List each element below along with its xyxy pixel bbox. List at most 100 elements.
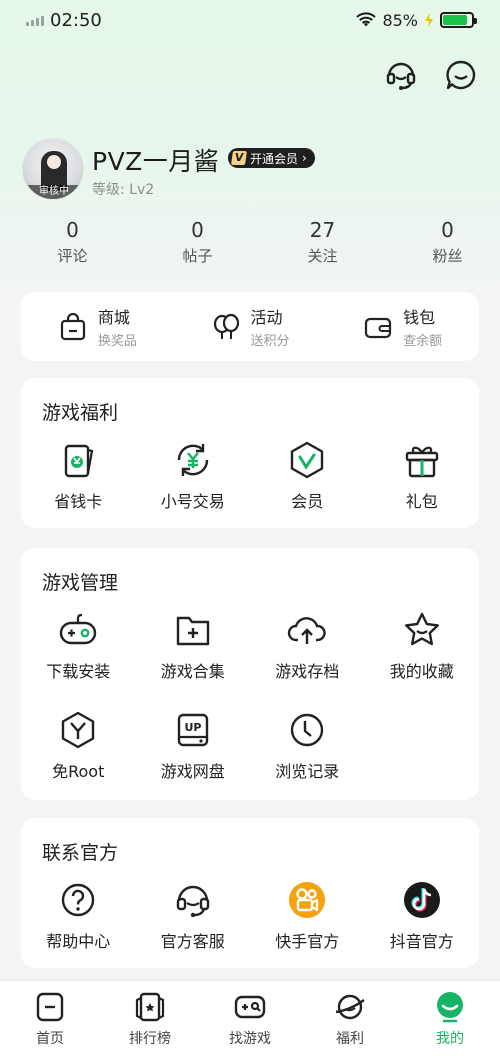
quick-link-title: 钱包: [403, 308, 436, 327]
planet-icon: [335, 994, 365, 1020]
vip-hexagon-icon: [291, 441, 324, 479]
welfare-item-vip[interactable]: 会员: [250, 440, 365, 512]
ranking-icon: [135, 992, 165, 1022]
quick-link-sub: 换奖品: [97, 334, 137, 349]
section-title: 联系官方: [42, 842, 119, 864]
stat-value: 27: [309, 218, 336, 242]
stat-comments[interactable]: 0 评论: [20, 218, 125, 266]
stat-following[interactable]: 27 关注: [270, 218, 375, 266]
battery-percent: 85%: [382, 10, 418, 30]
stat-fans[interactable]: 0 粉丝: [395, 218, 500, 266]
manage-item-label: 游戏存档: [275, 662, 340, 681]
game-welfare-card: 游戏福利 省钱卡 小号交易 会员 礼包: [21, 378, 479, 528]
vip-icon: V: [231, 151, 247, 165]
y-hexagon-icon: [62, 711, 95, 749]
welfare-item-label: 会员: [291, 492, 324, 511]
tab-mine[interactable]: 我的: [400, 981, 500, 1056]
manage-item-archive[interactable]: 游戏存档: [250, 610, 365, 682]
manage-item-no-root[interactable]: 免Root: [21, 710, 136, 782]
tab-label: 首页: [36, 1031, 64, 1047]
manage-item-label: 下载安装: [46, 662, 111, 681]
welfare-item-save-card[interactable]: 省钱卡: [21, 440, 136, 512]
stat-label: 帖子: [182, 247, 213, 265]
vip-badge-label: 开通会员: [250, 151, 299, 166]
manage-item-cloud-disk[interactable]: UP 游戏网盘: [136, 710, 251, 782]
manage-item-download[interactable]: 下载安装: [21, 610, 136, 682]
quick-link-title: 商城: [97, 308, 130, 327]
headset-icon[interactable]: [384, 58, 418, 92]
quick-link-title: 活动: [250, 308, 283, 327]
section-title: 游戏福利: [42, 402, 119, 424]
quick-link-activity[interactable]: 活动 送积分: [174, 292, 327, 361]
balloon-icon: [213, 313, 239, 339]
avatar[interactable]: 审核中: [22, 138, 84, 200]
stat-label: 评论: [57, 247, 88, 265]
tab-label: 排行榜: [129, 1031, 171, 1047]
quick-link-sub: 查余额: [403, 334, 443, 349]
manage-item-label: 游戏合集: [160, 662, 225, 681]
vip-badge-button[interactable]: V 开通会员 ›: [228, 148, 315, 168]
contact-item-label: 抖音官方: [389, 932, 454, 951]
kuaishou-icon: [289, 882, 326, 918]
clock-icon: [291, 713, 324, 747]
status-bar: 02:50 85%: [0, 0, 500, 40]
find-game-icon: [234, 995, 266, 1019]
up-disk-icon: UP: [177, 713, 208, 747]
stat-posts[interactable]: 0 帖子: [145, 218, 250, 266]
stat-label: 粉丝: [432, 247, 463, 265]
star-icon: [404, 612, 439, 646]
quick-link-sub: 送积分: [250, 334, 290, 349]
profile-header[interactable]: 审核中 PVZ一月酱 V 开通会员 › 等级: Lv2: [22, 138, 482, 208]
welfare-item-account-trade[interactable]: 小号交易: [136, 440, 251, 512]
contact-item-help[interactable]: 帮助中心: [21, 880, 136, 952]
folder-add-icon: [176, 616, 209, 646]
tab-label: 我的: [436, 1031, 464, 1047]
manage-item-label: 浏览记录: [275, 762, 340, 781]
shop-bag-icon: [60, 312, 85, 340]
tab-welfare[interactable]: 福利: [300, 981, 400, 1056]
quick-link-shop[interactable]: 商城 换奖品: [21, 292, 174, 361]
cloud-upload-icon: [288, 617, 326, 644]
tab-home[interactable]: 首页: [0, 981, 100, 1056]
status-time: 02:50: [50, 9, 102, 31]
tab-label: 福利: [336, 1031, 364, 1047]
charging-icon: [425, 13, 433, 27]
manage-item-collection[interactable]: 游戏合集: [136, 610, 251, 682]
manage-item-history[interactable]: 浏览记录: [250, 710, 365, 782]
manage-item-label: 我的收藏: [389, 662, 454, 681]
manage-item-label: 游戏网盘: [160, 762, 225, 781]
manage-item-favorites[interactable]: 我的收藏: [365, 610, 480, 682]
gamepad-icon: [60, 613, 97, 645]
contact-item-support[interactable]: 官方客服: [136, 880, 251, 952]
bottom-tab-bar: 首页 排行榜 找游戏 福利 我的: [0, 980, 500, 1056]
wifi-icon: [356, 12, 377, 27]
chevron-right-icon: ›: [302, 151, 307, 165]
battery-icon: [440, 12, 477, 28]
welfare-item-label: 小号交易: [160, 492, 225, 511]
user-level: 等级: Lv2: [92, 182, 155, 198]
contact-item-douyin[interactable]: 抖音官方: [365, 880, 480, 952]
welfare-item-gift[interactable]: 礼包: [365, 440, 480, 512]
chat-icon[interactable]: [444, 58, 478, 92]
tab-ranking[interactable]: 排行榜: [100, 981, 200, 1056]
home-icon: [36, 992, 64, 1022]
username: PVZ一月酱: [92, 147, 220, 176]
stat-value: 0: [191, 218, 204, 242]
tab-find-game[interactable]: 找游戏: [200, 981, 300, 1056]
stat-value: 0: [441, 218, 454, 242]
stat-value: 0: [66, 218, 79, 242]
profile-icon: [437, 992, 463, 1023]
quick-link-wallet[interactable]: 钱包 查余额: [326, 292, 479, 361]
game-management-card: 游戏管理 下载安装 游戏合集 游戏存档 我的收藏 免Root UP 游戏网盘 浏…: [21, 548, 479, 800]
yen-exchange-icon: [177, 444, 208, 476]
wallet-icon: [365, 317, 392, 338]
headset-icon: [176, 885, 209, 918]
douyin-icon: [403, 882, 440, 918]
save-card-icon: [65, 444, 94, 478]
stats-row: 0 评论 0 帖子 27 关注 0 粉丝: [0, 218, 500, 266]
signal-icon: [26, 14, 44, 26]
contact-item-label: 官方客服: [160, 932, 225, 951]
tab-label: 找游戏: [229, 1031, 271, 1047]
quick-links-card: 商城换奖品 活动送积分 钱包查余额: [21, 292, 479, 361]
contact-item-kuaishou[interactable]: 快手官方: [250, 880, 365, 952]
